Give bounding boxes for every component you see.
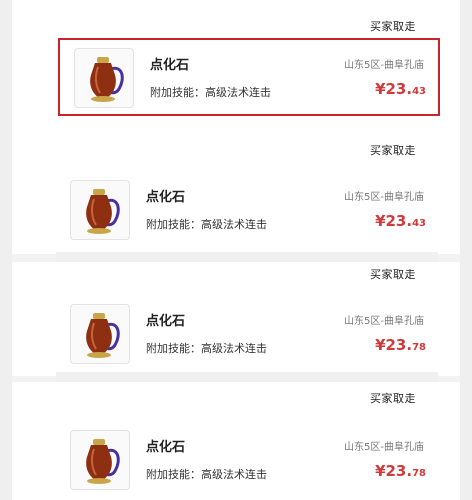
price-main: ¥23. <box>375 80 413 98</box>
order-entry: 买家取走 点化石 附加技能：高级法术连击 山东5区-曲阜孔庙 ¥23.43 <box>12 0 460 126</box>
item-name: 点化石 <box>146 440 186 455</box>
item-price: ¥23.78 <box>375 462 426 480</box>
server-name: 山东5区-曲阜孔庙 <box>344 316 424 327</box>
item-skill: 附加技能：高级法术连击 <box>146 468 267 481</box>
price-main: ¥23. <box>375 212 413 230</box>
server-name: 山东5区-曲阜孔庙 <box>344 60 424 71</box>
server-name: 山东5区-曲阜孔庙 <box>344 192 424 203</box>
price-main: ¥23. <box>375 462 413 480</box>
item-card[interactable]: 点化石 附加技能：高级法术连击 山东5区-曲阜孔庙 ¥23.78 <box>56 296 438 370</box>
item-name: 点化石 <box>146 314 186 329</box>
vase-icon <box>70 304 130 364</box>
order-status: 买家取走 <box>370 392 416 405</box>
item-price: ¥23.78 <box>375 336 426 354</box>
price-cents: 78 <box>412 468 426 479</box>
vase-icon <box>70 180 130 240</box>
item-name: 点化石 <box>146 190 186 205</box>
order-entry: 买家取走 点化石 附加技能：高级法术连击 山东5区-曲阜孔庙 ¥23.78 <box>12 382 460 500</box>
item-price: ¥23.43 <box>375 80 426 98</box>
order-entry: 买家取走 点化石 附加技能：高级法术连击 山东5区-曲阜孔庙 ¥23.43 <box>12 126 460 254</box>
server-name: 山东5区-曲阜孔庙 <box>344 442 424 453</box>
price-cents: 43 <box>412 218 426 229</box>
page-margin-left <box>0 0 12 500</box>
vase-icon <box>70 430 130 490</box>
item-skill: 附加技能：高级法术连击 <box>150 86 271 99</box>
order-entry: 买家取走 点化石 附加技能：高级法术连击 山东5区-曲阜孔庙 ¥23.78 <box>12 262 460 376</box>
item-card[interactable]: 点化石 附加技能：高级法术连击 山东5区-曲阜孔庙 ¥23.43 <box>56 172 438 246</box>
entry-divider <box>56 372 438 382</box>
order-status: 买家取走 <box>370 268 416 281</box>
item-card[interactable]: 点化石 附加技能：高级法术连击 山东5区-曲阜孔庙 ¥23.78 <box>56 422 438 496</box>
item-name: 点化石 <box>150 58 190 73</box>
price-main: ¥23. <box>375 336 413 354</box>
order-list: 买家取走 点化石 附加技能：高级法术连击 山东5区-曲阜孔庙 ¥23.43 买家… <box>12 0 460 500</box>
vase-icon <box>74 48 134 108</box>
page-margin-right <box>460 0 472 500</box>
item-skill: 附加技能：高级法术连击 <box>146 218 267 231</box>
item-card-selected[interactable]: 点化石 附加技能：高级法术连击 山东5区-曲阜孔庙 ¥23.43 <box>58 38 440 116</box>
item-price: ¥23.43 <box>375 212 426 230</box>
item-skill: 附加技能：高级法术连击 <box>146 342 267 355</box>
order-status: 买家取走 <box>370 20 416 33</box>
order-status: 买家取走 <box>370 144 416 157</box>
price-cents: 78 <box>412 342 426 353</box>
entry-divider <box>56 252 438 262</box>
price-cents: 43 <box>412 86 426 97</box>
